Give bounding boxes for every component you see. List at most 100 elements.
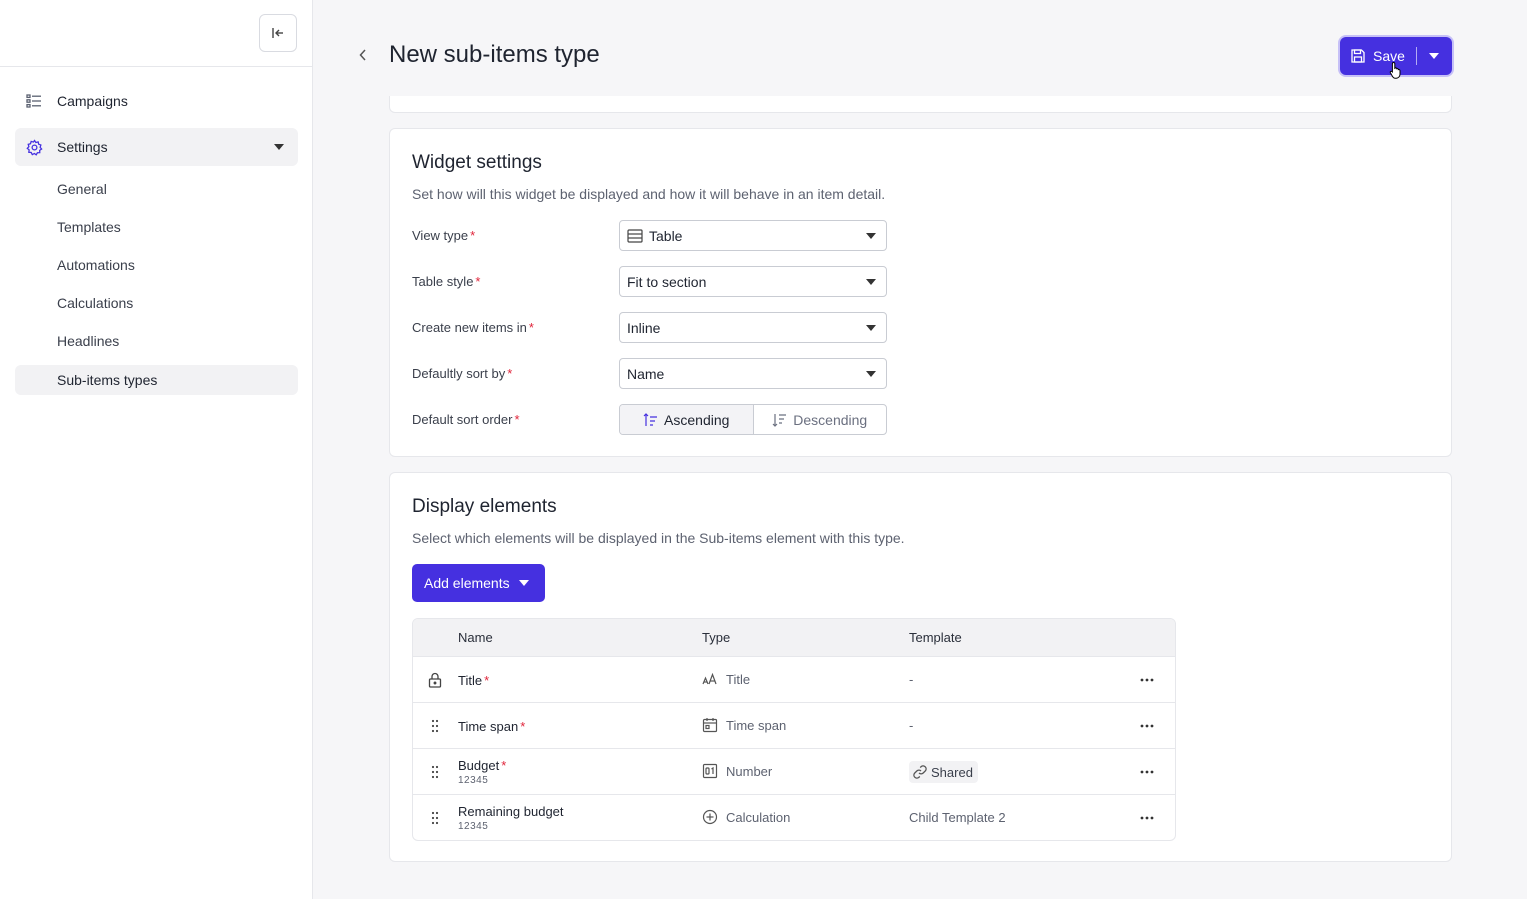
row-name-text: Budget	[458, 758, 500, 773]
row-type-label: Number	[726, 763, 773, 779]
table-row[interactable]: Time span * Time span -	[413, 702, 1175, 748]
row-type-label: Calculation	[726, 809, 791, 825]
descending-label: Descending	[793, 411, 868, 428]
row-name-text: Title	[458, 673, 483, 688]
chevron-left-icon	[359, 49, 366, 61]
sort-order-label-text: Default sort order	[412, 412, 513, 427]
create-new-items-label-text: Create new items in	[412, 320, 527, 335]
chevron-down-icon	[866, 371, 876, 377]
gear-icon	[25, 138, 43, 156]
sort-ascending-icon	[643, 412, 658, 426]
link-icon	[913, 765, 927, 779]
nav-item-label: Campaigns	[57, 93, 128, 109]
view-type-value: Table	[649, 227, 683, 244]
view-type-select[interactable]: Table	[619, 220, 887, 251]
table-row[interactable]: Remaining budget 12345 Calculation Child…	[413, 794, 1175, 840]
row-id: 12345	[458, 821, 489, 832]
chevron-down-icon	[518, 580, 529, 586]
sidebar-item-general[interactable]: General	[15, 174, 298, 204]
sidebar-item-headlines[interactable]: Headlines	[15, 326, 298, 356]
table-row[interactable]: Budget * 12345 Number Shared	[413, 748, 1175, 794]
chevron-down-icon	[274, 144, 284, 150]
page-title: New sub-items type	[389, 41, 600, 68]
row-type-label: Time span	[726, 717, 787, 733]
required-mark: *	[520, 719, 526, 734]
chevron-down-icon	[866, 325, 876, 331]
widget-settings-card: Widget settings Set how will this widget…	[389, 128, 1452, 457]
required-mark: *	[475, 274, 481, 289]
drag-handle-icon[interactable]	[427, 809, 443, 827]
shared-badge: Shared	[909, 761, 978, 783]
column-header-name[interactable]: Name	[458, 630, 493, 645]
widget-settings-title: Widget settings	[412, 152, 542, 173]
column-header-template[interactable]: Template	[909, 630, 962, 645]
sort-by-label-text: Defaultly sort by	[412, 366, 506, 381]
display-elements-title: Display elements	[412, 496, 557, 517]
calendar-icon	[702, 717, 718, 733]
more-options-icon[interactable]	[1137, 671, 1157, 689]
ascending-label: Ascending	[664, 411, 730, 428]
row-name: Title *	[458, 673, 489, 688]
sort-descending-icon	[772, 413, 787, 427]
table-icon	[627, 228, 643, 243]
add-elements-label: Add elements	[424, 575, 510, 591]
widget-settings-description: Set how will this widget be displayed an…	[412, 186, 886, 202]
add-elements-button[interactable]: Add elements	[412, 564, 545, 602]
required-mark: *	[507, 366, 513, 381]
drag-handle-icon[interactable]	[427, 763, 443, 781]
table-row[interactable]: Title * Title -	[413, 656, 1175, 702]
sort-by-value: Name	[627, 365, 665, 382]
required-mark: *	[501, 758, 507, 773]
elements-table: Name Type Template Title * Title - Time s…	[412, 618, 1176, 841]
save-options-button[interactable]	[1417, 37, 1452, 75]
plus-circle-icon	[702, 809, 718, 825]
column-header-type[interactable]: Type	[702, 630, 730, 645]
create-new-items-select[interactable]: Inline	[619, 312, 887, 343]
text-size-icon	[702, 671, 718, 687]
required-mark: *	[514, 412, 520, 427]
collapse-sidebar-button[interactable]	[259, 14, 297, 52]
row-type: Title	[702, 671, 750, 687]
list-icon	[25, 92, 43, 110]
row-name: Remaining budget	[458, 804, 564, 819]
sidebar-item-sub-items-types[interactable]: Sub-items types	[15, 365, 298, 395]
row-template: -	[909, 672, 914, 687]
more-options-icon[interactable]	[1137, 763, 1157, 781]
nav-item-campaigns[interactable]: Campaigns	[15, 82, 298, 120]
row-name: Budget *	[458, 758, 506, 773]
number-icon	[702, 763, 718, 779]
row-template: Child Template 2	[909, 810, 1006, 825]
more-options-icon[interactable]	[1137, 809, 1157, 827]
sidebar-item-automations[interactable]: Automations	[15, 250, 298, 280]
sort-order-toggle: Ascending Descending	[619, 404, 887, 435]
more-options-icon[interactable]	[1137, 717, 1157, 735]
row-type-label: Title	[726, 671, 751, 687]
table-style-label: Table style *	[412, 274, 480, 289]
view-type-label: View type *	[412, 228, 475, 243]
row-template: -	[909, 718, 914, 733]
table-style-value: Fit to section	[627, 273, 707, 290]
display-elements-description: Select which elements will be displayed …	[412, 530, 905, 546]
table-style-select[interactable]: Fit to section	[619, 266, 887, 297]
row-name-text: Time span	[458, 719, 519, 734]
display-elements-card: Display elements Select which elements w…	[389, 472, 1452, 862]
floppy-disk-icon	[1351, 49, 1365, 63]
required-mark: *	[484, 673, 490, 688]
sort-order-label: Default sort order *	[412, 412, 520, 427]
row-type: Number	[702, 763, 772, 779]
row-type: Time span	[702, 717, 786, 733]
sidebar-item-templates[interactable]: Templates	[15, 212, 298, 242]
sort-by-label: Defaultly sort by *	[412, 366, 512, 381]
sidebar-item-calculations[interactable]: Calculations	[15, 288, 298, 318]
sort-descending-button[interactable]: Descending	[754, 405, 887, 434]
sidebar-top	[0, 0, 312, 67]
sort-by-select[interactable]: Name	[619, 358, 887, 389]
nav-item-settings[interactable]: Settings	[15, 128, 298, 166]
lock-icon	[427, 671, 443, 689]
back-button[interactable]	[354, 45, 372, 65]
view-type-label-text: View type	[412, 228, 469, 243]
sort-ascending-button[interactable]: Ascending	[620, 405, 754, 434]
drag-handle-icon[interactable]	[427, 717, 443, 735]
hand-cursor-icon	[1389, 61, 1401, 79]
chevron-down-icon	[1429, 53, 1440, 59]
